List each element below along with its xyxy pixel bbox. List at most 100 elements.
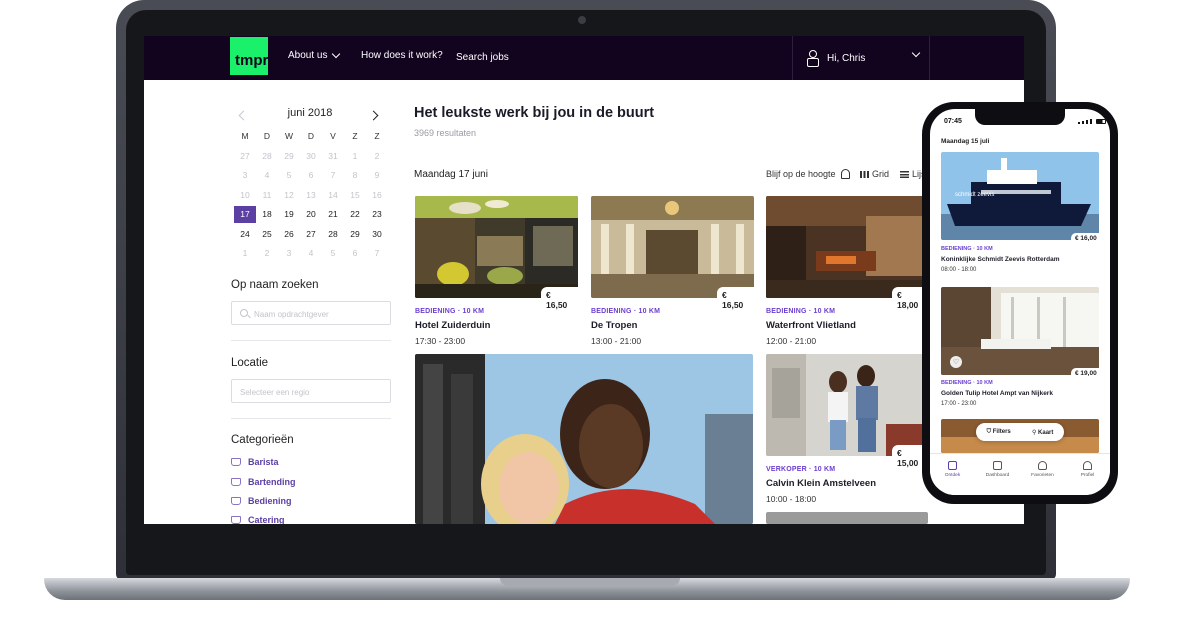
phone-job-time: 17:00 - 23:00 [941, 401, 977, 407]
category-label: Barista [248, 457, 279, 467]
calendar-day[interactable]: 19 [278, 206, 300, 223]
calendar-day[interactable]: 5 [278, 167, 300, 184]
calendar-day[interactable]: 29 [278, 148, 300, 165]
name-search-input[interactable]: Naam opdrachtgever [231, 301, 391, 325]
tmpr-logo[interactable]: tmpr [230, 37, 268, 75]
calendar-day[interactable]: 17 [234, 206, 256, 223]
calendar-day[interactable]: 18 [256, 206, 278, 223]
job-category: BEDIENING · 10 KM [591, 308, 661, 315]
calendar-day[interactable]: 21 [322, 206, 344, 223]
calendar-grid: M D W D V Z Z 27 28 29 30 31 1 2 3 4 5 6 7 8 9 10 11 12 13 14 15 16… [234, 128, 388, 262]
job-card-waterfront-vlietland[interactable]: € 18,00 BEDIENING · 10 KM Waterfront Vli… [766, 196, 930, 346]
grid-icon [860, 170, 869, 178]
calendar-day[interactable]: 15 [344, 187, 366, 204]
nav-about-us[interactable]: About us [288, 49, 341, 61]
bar-icon [231, 478, 241, 486]
calendar-day[interactable]: 1 [344, 148, 366, 165]
category-bediening[interactable]: Bediening [231, 496, 292, 506]
person-icon [1083, 461, 1092, 470]
calendar-day[interactable]: 6 [344, 245, 366, 262]
phone-date-heading: Maandag 15 juli [941, 138, 990, 145]
calendar-day[interactable]: 27 [300, 226, 322, 243]
calendar-day[interactable]: 25 [256, 226, 278, 243]
calendar-day[interactable]: 16 [366, 187, 388, 204]
calendar-day[interactable]: 1 [234, 245, 256, 262]
nav-how-it-works[interactable]: How does it work? [361, 50, 443, 61]
phone-job-time: 08:00 - 18:00 [941, 267, 977, 273]
filters-button[interactable]: ⛉ Filters [987, 429, 1011, 436]
calendar-weekday: Z [374, 131, 380, 142]
phone-job-name: Koninklijke Schmidt Zeevis Rotterdam [941, 256, 1060, 263]
calendar-next-icon[interactable] [368, 110, 379, 121]
tab-ontdek[interactable]: Ontdek [933, 461, 973, 495]
calendar-day[interactable]: 28 [256, 148, 278, 165]
grid-view-toggle[interactable]: Grid [860, 169, 889, 179]
list-icon [900, 170, 909, 178]
nav-search-jobs[interactable]: Search jobs [456, 52, 509, 63]
calendar-day[interactable]: 29 [344, 226, 366, 243]
calendar-day[interactable]: 14 [322, 187, 344, 204]
calendar-weekday: V [330, 131, 336, 142]
category-catering[interactable]: Catering [231, 515, 285, 524]
calendar-day[interactable]: 24 [234, 226, 256, 243]
calendar-day[interactable]: 10 [234, 187, 256, 204]
calendar-day[interactable]: 30 [300, 148, 322, 165]
stay-updated-button[interactable]: Blijf op de hoogte [766, 169, 850, 179]
calendar-day[interactable]: 2 [366, 148, 388, 165]
location-title: Locatie [231, 357, 269, 369]
calendar-day[interactable]: 12 [278, 187, 300, 204]
featured-photo[interactable] [415, 354, 753, 524]
divider [231, 418, 391, 419]
job-card-hotel-zuiderduin[interactable]: € 16,50 BEDIENING · 10 KM Hotel Zuiderdu… [415, 196, 579, 346]
user-greeting: Hi, Chris [827, 53, 866, 64]
map-button[interactable]: ⚲ Kaart [1032, 429, 1053, 436]
calendar-day[interactable]: 27 [234, 148, 256, 165]
category-bartending[interactable]: Bartending [231, 477, 296, 487]
calendar-day[interactable]: 30 [366, 226, 388, 243]
job-photo [766, 196, 924, 298]
job-card-calvin-klein[interactable]: € 15,00 VERKOPER · 10 KM Calvin Klein Am… [766, 354, 930, 504]
tab-profiel[interactable]: Profiel [1068, 461, 1108, 495]
calendar-weekday: D [263, 131, 271, 142]
name-search-title: Op naam zoeken [231, 279, 319, 291]
calendar-day[interactable]: 8 [344, 167, 366, 184]
calendar-day[interactable]: 20 [300, 206, 322, 223]
calendar-day[interactable]: 13 [300, 187, 322, 204]
nav-how-label: How does it work? [361, 50, 443, 61]
calendar-day[interactable]: 5 [322, 245, 344, 262]
calendar-day[interactable]: 7 [322, 167, 344, 184]
calendar-day[interactable]: 23 [366, 206, 388, 223]
calendar-day[interactable]: 9 [366, 167, 388, 184]
phone-job-photo[interactable] [941, 287, 1099, 375]
tab-favorieten[interactable]: Favorieten [1023, 461, 1063, 495]
phone-screen: 07:45 Maandag 15 juli schmidt zeevis € 1… [930, 109, 1110, 495]
calendar-day[interactable]: 6 [300, 167, 322, 184]
favorite-heart-icon[interactable]: ♡ [950, 356, 962, 368]
calendar-day[interactable]: 22 [344, 206, 366, 223]
calendar-day[interactable]: 26 [278, 226, 300, 243]
laptop-screen: tmpr About us How does it work? Search j… [144, 36, 1024, 524]
calendar-day[interactable]: 11 [256, 187, 278, 204]
phone-job-photo[interactable]: schmidt zeevis [941, 152, 1099, 240]
calendar-weekday: D [307, 131, 315, 142]
calendar-day[interactable]: 4 [256, 167, 278, 184]
location-select[interactable]: Selecteer een regio [231, 379, 391, 403]
calendar-day[interactable]: 4 [300, 245, 322, 262]
job-card-de-tropen[interactable]: € 16,50 BEDIENING · 10 KM De Tropen 13:0… [591, 196, 755, 346]
calendar-day[interactable]: 31 [322, 148, 344, 165]
calendar-day[interactable]: 7 [366, 245, 388, 262]
user-menu[interactable]: Hi, Chris [792, 36, 930, 80]
filter-map-bar: ⛉ Filters ⚲ Kaart [976, 423, 1064, 441]
signal-icon [1086, 120, 1088, 124]
tab-dashboard[interactable]: Dashboard [978, 461, 1018, 495]
result-count: 3969 resultaten [414, 128, 477, 138]
camera-dot [578, 16, 586, 24]
nav-search-label: Search jobs [456, 52, 509, 63]
calendar-day[interactable]: 2 [256, 245, 278, 262]
calendar-day[interactable]: 3 [278, 245, 300, 262]
calendar-prev-icon[interactable] [238, 110, 249, 121]
category-barista[interactable]: Barista [231, 457, 279, 467]
calendar-day[interactable]: 3 [234, 167, 256, 184]
calendar-day[interactable]: 28 [322, 226, 344, 243]
date-heading: Maandag 17 juni [414, 169, 488, 180]
